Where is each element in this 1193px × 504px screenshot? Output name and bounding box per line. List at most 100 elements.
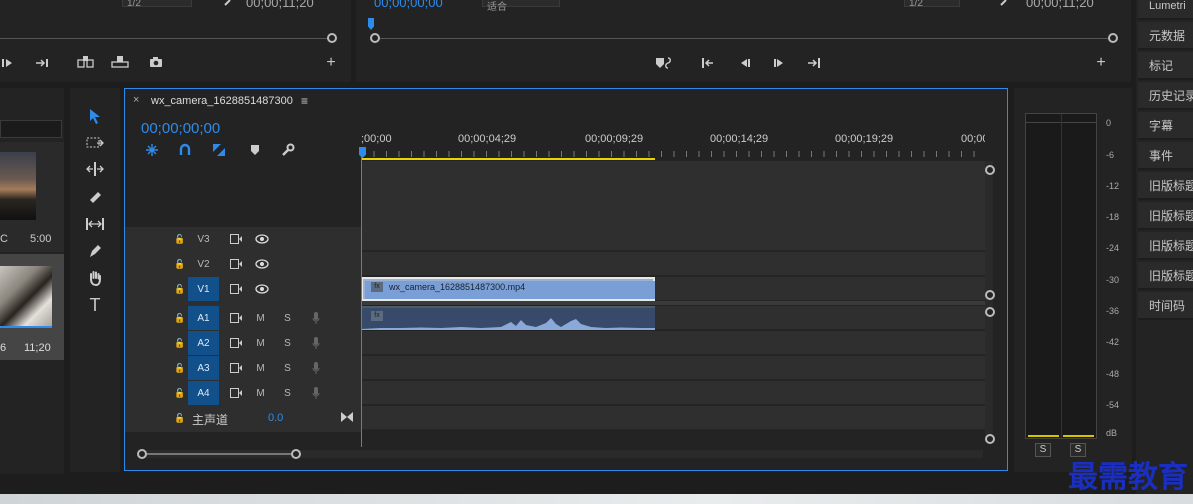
eye-icon[interactable]: [246, 227, 277, 251]
solo-button[interactable]: S: [272, 381, 303, 405]
track-target-v2[interactable]: V2: [188, 252, 219, 276]
lock-icon[interactable]: 🔓: [173, 277, 187, 301]
close-tab-icon[interactable]: ×: [133, 94, 139, 106]
list-item[interactable]: C 5:00: [0, 142, 64, 252]
panel-item-timecode[interactable]: 时间码: [1138, 292, 1193, 320]
project-search-input[interactable]: [0, 120, 62, 138]
panel-item-events[interactable]: 事件: [1138, 142, 1193, 170]
work-area-bar[interactable]: [361, 158, 655, 160]
solo-left-button[interactable]: S: [1035, 443, 1051, 457]
panel-menu-icon[interactable]: ≡: [301, 94, 308, 108]
play-icon[interactable]: [772, 56, 788, 70]
lock-icon[interactable]: 🔓: [173, 331, 187, 355]
track-target-v1[interactable]: V1: [188, 277, 219, 301]
master-volume-value[interactable]: 0.0: [268, 412, 283, 424]
video-clip[interactable]: fx wx_camera_1628851487300.mp4: [361, 277, 655, 301]
selection-tool-icon[interactable]: [84, 105, 106, 127]
panel-item-captions[interactable]: 字幕: [1138, 112, 1193, 140]
track-divider[interactable]: [361, 301, 985, 305]
track-lane-a2[interactable]: [361, 331, 985, 355]
panel-item-markers[interactable]: 标记: [1138, 52, 1193, 80]
panel-item-lumetri[interactable]: Lumetri: [1138, 0, 1193, 20]
track-target-a3[interactable]: A3: [188, 356, 219, 380]
nest-icon[interactable]: [145, 143, 159, 157]
solo-button[interactable]: S: [272, 331, 303, 355]
pen-tool-icon[interactable]: [84, 240, 106, 262]
panel-item-history[interactable]: 历史记录: [1138, 82, 1193, 110]
microphone-icon[interactable]: [300, 331, 331, 355]
audio-scroll-top-handle[interactable]: [985, 307, 995, 317]
source-zoom-select[interactable]: 1/2: [122, 0, 192, 9]
video-scroll-top-handle[interactable]: [985, 165, 995, 175]
program-zoom-select[interactable]: 1/2: [904, 0, 960, 9]
video-scroll-bottom-handle[interactable]: [985, 290, 995, 300]
lock-icon[interactable]: 🔓: [173, 306, 187, 330]
track-target-v3[interactable]: V3: [188, 227, 219, 251]
hand-tool-icon[interactable]: [84, 267, 106, 289]
microphone-icon[interactable]: [300, 381, 331, 405]
type-tool-icon[interactable]: T: [84, 294, 106, 316]
timeline-empty-area[interactable]: [361, 161, 985, 227]
track-target-a2[interactable]: A2: [188, 331, 219, 355]
ripple-edit-tool-icon[interactable]: [84, 158, 106, 180]
slip-tool-icon[interactable]: [84, 213, 106, 235]
source-scrub-end-handle[interactable]: [327, 33, 337, 43]
panel-item-legacy-title-3[interactable]: 旧版标题: [1138, 232, 1193, 260]
track-select-tool-icon[interactable]: [84, 132, 106, 154]
track-lane-v3[interactable]: [361, 227, 985, 251]
timeline-settings-wrench-icon[interactable]: [281, 143, 295, 157]
add-button-icon[interactable]: +: [1094, 54, 1108, 71]
audio-scroll-bottom-handle[interactable]: [985, 434, 995, 444]
audio-clip[interactable]: fx: [361, 306, 655, 330]
zoom-bar[interactable]: [141, 453, 297, 455]
eye-icon[interactable]: [246, 277, 277, 301]
add-marker-icon[interactable]: [654, 55, 676, 71]
vertical-scrollbar[interactable]: [985, 161, 993, 441]
program-playhead[interactable]: [368, 18, 374, 30]
microphone-icon[interactable]: [300, 356, 331, 380]
wrench-icon[interactable]: [998, 0, 1012, 8]
playhead-timecode[interactable]: 00;00;00;00: [141, 120, 220, 137]
sequence-tab-title[interactable]: wx_camera_1628851487300: [151, 95, 293, 107]
camera-icon[interactable]: [147, 55, 165, 69]
source-scrub-bar[interactable]: [0, 38, 330, 39]
go-to-edit-icon[interactable]: [340, 411, 354, 425]
lock-icon[interactable]: 🔓: [173, 252, 187, 276]
zoom-start-handle[interactable]: [137, 449, 147, 459]
time-ruler[interactable]: [361, 151, 985, 157]
track-lane-v2[interactable]: [361, 252, 985, 276]
lock-icon[interactable]: 🔓: [173, 356, 187, 380]
solo-button[interactable]: S: [272, 306, 303, 330]
list-item[interactable]: 6 11;20: [0, 254, 64, 360]
insert-icon[interactable]: [76, 55, 96, 69]
play-icon[interactable]: [0, 56, 16, 70]
wrench-icon[interactable]: [222, 0, 236, 8]
program-scrub-bar[interactable]: [376, 38, 1112, 39]
eye-icon[interactable]: [246, 252, 277, 276]
lock-icon[interactable]: 🔓: [173, 406, 187, 430]
snap-icon[interactable]: [178, 143, 192, 157]
track-lane-master[interactable]: [361, 406, 985, 430]
panel-item-legacy-title-1[interactable]: 旧版标题: [1138, 172, 1193, 200]
overwrite-icon[interactable]: [110, 55, 130, 69]
program-fit-select[interactable]: 适合: [482, 0, 560, 13]
linked-selection-icon[interactable]: [212, 143, 226, 157]
panel-item-metadata[interactable]: 元数据: [1138, 22, 1193, 50]
go-to-in-icon[interactable]: [700, 56, 716, 70]
go-to-out-icon[interactable]: [806, 56, 822, 70]
panel-item-legacy-title-4[interactable]: 旧版标题: [1138, 262, 1193, 290]
panel-item-legacy-title-2[interactable]: 旧版标题: [1138, 202, 1193, 230]
program-scrub-start-handle[interactable]: [370, 33, 380, 43]
lock-icon[interactable]: 🔓: [173, 227, 187, 251]
track-lane-a4[interactable]: [361, 381, 985, 405]
microphone-icon[interactable]: [300, 306, 331, 330]
add-marker-icon[interactable]: [249, 144, 261, 156]
add-button-icon[interactable]: +: [324, 54, 338, 71]
solo-button[interactable]: S: [272, 356, 303, 380]
step-forward-icon[interactable]: [34, 56, 50, 70]
track-lane-a3[interactable]: [361, 356, 985, 380]
zoom-end-handle[interactable]: [291, 449, 301, 459]
razor-tool-icon[interactable]: [84, 186, 106, 208]
step-back-icon[interactable]: [736, 56, 752, 70]
program-scrub-end-handle[interactable]: [1108, 33, 1118, 43]
